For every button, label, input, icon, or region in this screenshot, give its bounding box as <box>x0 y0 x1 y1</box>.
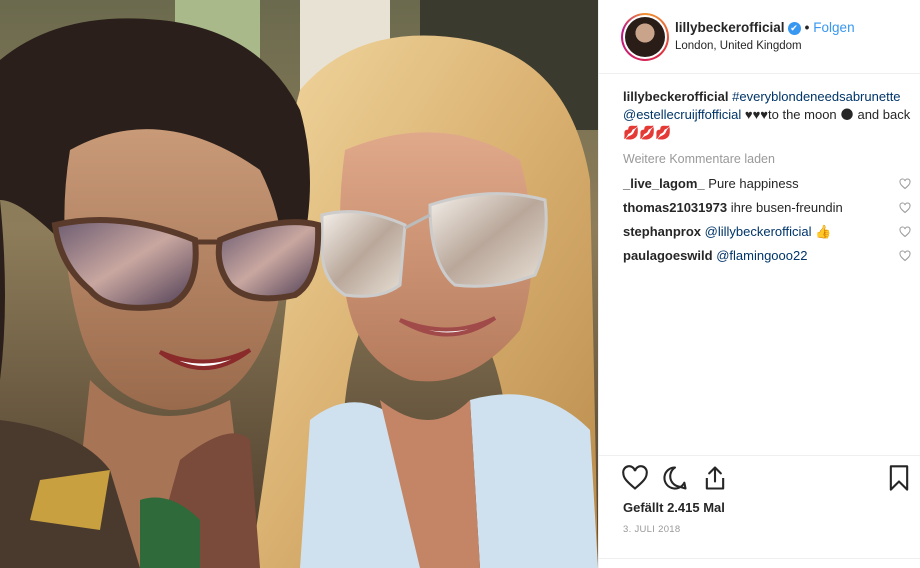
comment-item: paulagoeswild @flamingooo22 <box>623 247 911 265</box>
avatar-image <box>625 17 665 57</box>
caption-text: to the moon <box>768 107 837 122</box>
comment-icon[interactable] <box>661 464 689 492</box>
bookmark-icon[interactable] <box>885 464 913 492</box>
caption-end: and back <box>857 107 911 122</box>
comment-like-heart-icon[interactable] <box>899 178 911 190</box>
post-date: 3. JULI 2018 <box>623 524 681 535</box>
post-header: lillybeckerofficial ✔ • Folgen London, Unit… <box>599 0 920 74</box>
verified-badge-icon: ✔ <box>787 21 801 35</box>
comment-username[interactable]: stephanprox <box>623 224 701 239</box>
caption: lillybeckerofficial #everyblondeneedsabr… <box>623 88 911 142</box>
caption-moon-emoji: 🌑 <box>840 107 854 122</box>
share-icon[interactable] <box>701 464 729 492</box>
comment-item: _live_lagom_ Pure happiness <box>623 175 911 193</box>
comment-username[interactable]: paulagoeswild <box>623 248 713 263</box>
avatar-frame <box>623 15 667 59</box>
location-link[interactable]: London, United Kingdom <box>675 40 802 52</box>
post-sidebar: lillybeckerofficial ✔ • Folgen London, Unit… <box>598 0 920 568</box>
avatar[interactable] <box>621 13 669 61</box>
caption-mention[interactable]: @estellecruijffofficial <box>623 107 741 122</box>
comment-mention[interactable]: @flamingooo22 <box>716 248 807 263</box>
add-comment-area[interactable] <box>599 558 920 568</box>
header-username-row: lillybeckerofficial ✔ • Folgen <box>675 20 855 35</box>
post-actions: Gefällt 2.415 Mal 3. JULI 2018 <box>599 455 920 565</box>
comment-text: ihre busen-freundin <box>730 200 843 215</box>
separator-dot: • <box>804 20 810 35</box>
caption-hearts: ♥♥♥ <box>744 107 768 122</box>
comment-text: Pure happiness <box>708 176 799 191</box>
caption-username[interactable]: lillybeckerofficial <box>623 89 729 104</box>
photo-illustration <box>0 0 598 568</box>
comment-like-heart-icon[interactable] <box>899 226 911 238</box>
heart-icon[interactable] <box>621 464 649 492</box>
caption-hashtag[interactable]: #everyblondeneedsabrunette <box>732 89 900 104</box>
comment-username[interactable]: _live_lagom_ <box>623 176 705 191</box>
comment-item: thomas21031973 ihre busen-freundin <box>623 199 911 217</box>
comment-mention[interactable]: @lillybeckerofficial <box>705 224 812 239</box>
likes-count[interactable]: Gefällt 2.415 Mal <box>623 500 725 515</box>
comment-item: stephanprox @lillybeckerofficial 👍 <box>623 223 911 241</box>
comment-like-heart-icon[interactable] <box>899 202 911 214</box>
comment-like-heart-icon[interactable] <box>899 250 911 262</box>
comments-section: lillybeckerofficial #everyblondeneedsabr… <box>623 88 911 271</box>
caption-lips-emoji: 💋💋💋 <box>623 125 672 140</box>
comment-text: 👍 <box>815 224 832 239</box>
follow-button[interactable]: Folgen <box>813 20 854 35</box>
header-username[interactable]: lillybeckerofficial <box>675 20 785 35</box>
comment-username[interactable]: thomas21031973 <box>623 200 727 215</box>
post-photo[interactable] <box>0 0 598 568</box>
load-more-comments-button[interactable]: Weitere Kommentare laden <box>623 152 911 166</box>
